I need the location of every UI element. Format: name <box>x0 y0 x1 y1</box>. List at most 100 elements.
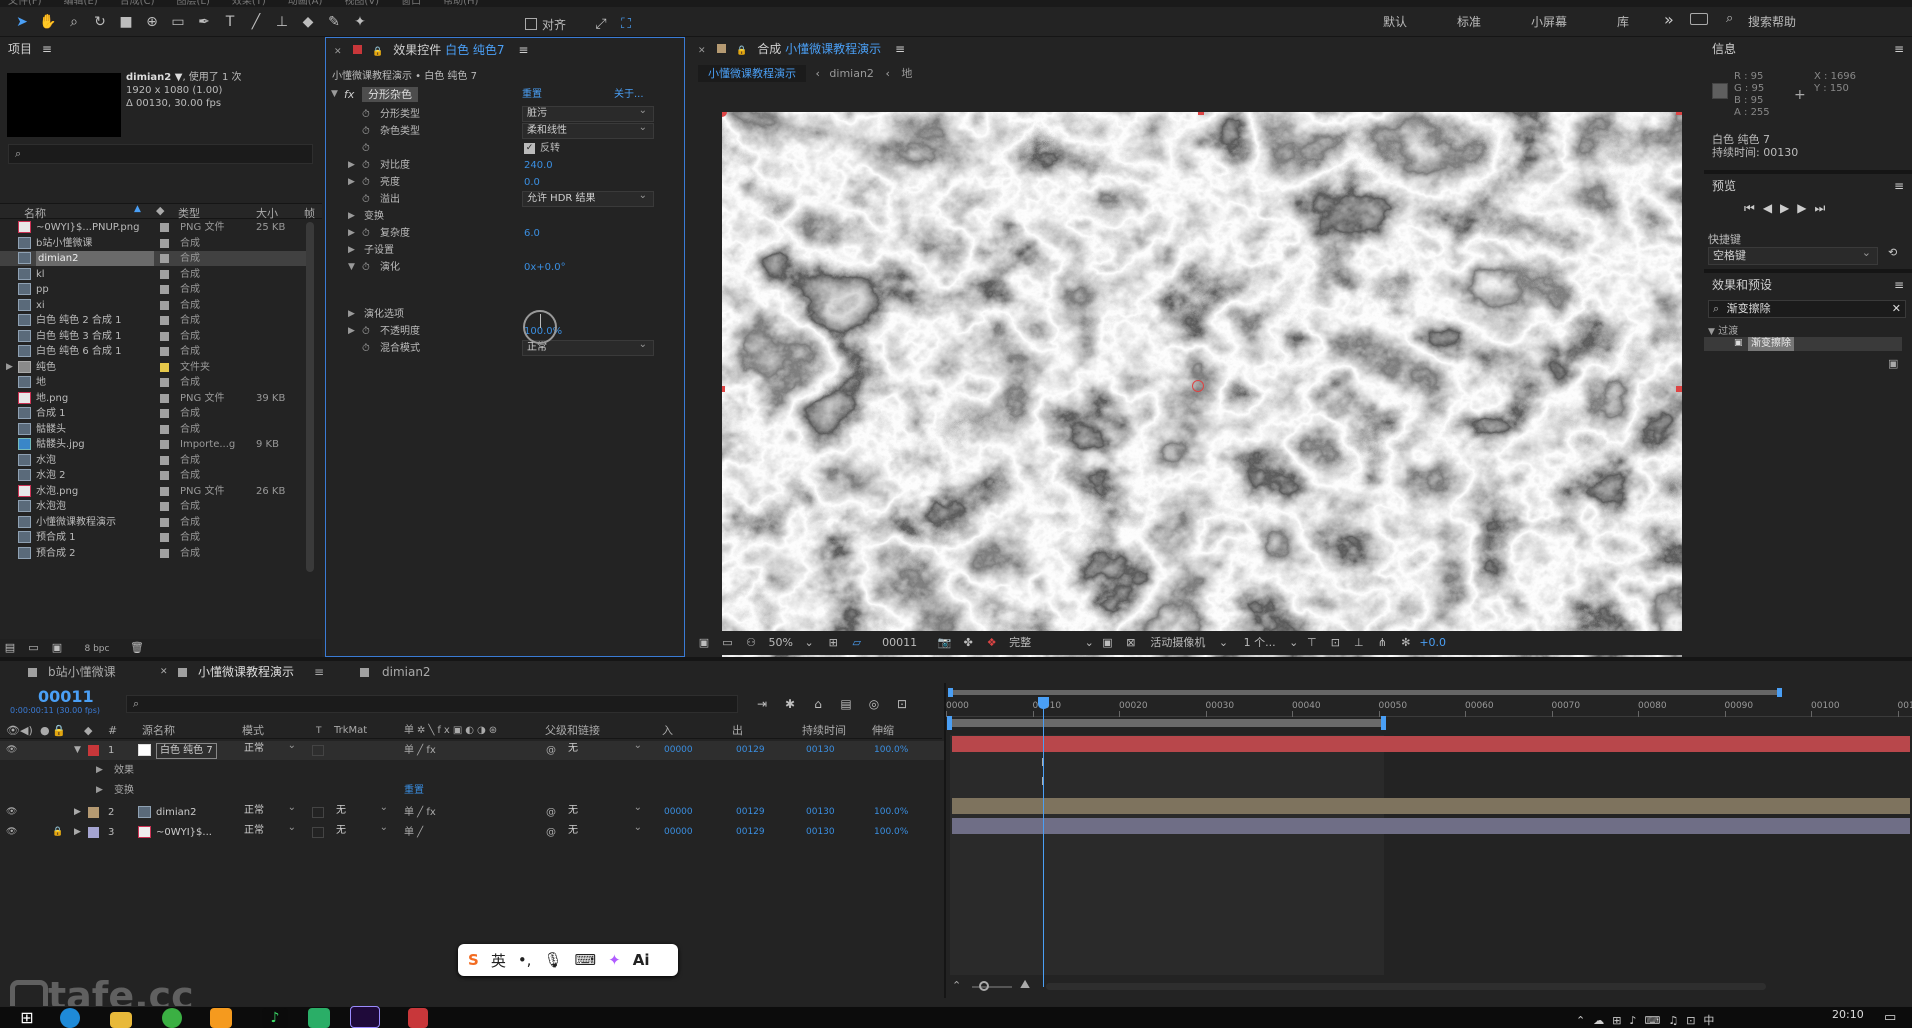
project-item[interactable]: 水泡泡 合成 <box>0 499 310 514</box>
evolution-dial[interactable] <box>523 310 557 344</box>
notification-icon[interactable]: ▭ <box>1884 1010 1896 1025</box>
menu-item[interactable]: 动画(A) <box>288 0 323 7</box>
comp-tab-active[interactable]: 小懂微课教程演示 <box>698 65 806 82</box>
effect-param-row[interactable]: ▼ ⏱ 演化 0x+0.0° <box>326 259 684 276</box>
twirl-closed-icon[interactable]: ▶ <box>6 360 13 375</box>
rectangle-tool-icon[interactable]: ▭ <box>168 11 188 33</box>
twirl-closed-icon[interactable]: ▶ <box>348 208 355 225</box>
timeline-tab-0[interactable]: b站小懂微课 <box>48 661 116 683</box>
col-name[interactable]: 名称 <box>24 205 46 221</box>
menu-item[interactable]: 文件(F) <box>8 0 42 7</box>
panel-menu-icon[interactable]: ≡ <box>42 42 52 56</box>
stopwatch-icon[interactable]: ⏱ <box>362 340 370 357</box>
layer-trkmat-dropdown[interactable]: 无 <box>332 821 394 840</box>
menu-item[interactable]: 窗口 <box>401 0 421 7</box>
ime-language-toggle[interactable]: 英 <box>491 950 506 971</box>
toggle-pixel-icon[interactable]: ⊤ <box>1302 632 1322 654</box>
sogou-logo-icon[interactable]: S <box>468 951 479 969</box>
col-mode[interactable]: 模式 <box>242 723 264 739</box>
file-explorer-icon[interactable] <box>110 1012 132 1028</box>
timeline-timecode[interactable]: 00011 <box>38 687 94 706</box>
visibility-eye-icon[interactable]: 👁 <box>6 823 17 842</box>
new-preset-icon[interactable]: ▣ <box>1888 357 1898 370</box>
project-item[interactable]: 白色 纯色 3 合成 1 合成 <box>0 329 310 344</box>
effect-param-value[interactable]: 0.0 <box>524 174 540 191</box>
new-folder-icon[interactable]: ▭ <box>24 639 44 657</box>
col-size[interactable]: 大小 <box>256 205 278 221</box>
project-item[interactable]: 合成 1 合成 <box>0 406 310 421</box>
switches-column-icons[interactable]: 单✲╲fx▣◐◑⊛ <box>404 723 500 739</box>
stopwatch-icon[interactable]: ⏱ <box>362 123 370 140</box>
app-icon[interactable] <box>408 1008 428 1028</box>
rotate-tool-icon[interactable]: ↻ <box>90 11 110 33</box>
stopwatch-icon[interactable]: ⏱ <box>362 259 370 276</box>
timeline-tab-1[interactable]: 小懂微课教程演示 <box>198 661 294 683</box>
twirl-closed-icon[interactable]: ▶ <box>348 157 355 174</box>
menu-item[interactable]: 效果(T) <box>232 0 266 7</box>
project-item[interactable]: 预合成 1 合成 <box>0 530 310 545</box>
zoom-in-icon[interactable]: ⛰ <box>1020 977 1030 992</box>
stopwatch-icon[interactable]: ⏱ <box>362 191 370 208</box>
effect-param-checkbox[interactable]: ✓ <box>524 143 535 154</box>
project-item[interactable]: 白色 纯色 2 合成 1 合成 <box>0 313 310 328</box>
first-frame-icon[interactable]: ⏮ <box>1744 201 1755 216</box>
col-t[interactable]: T <box>316 723 322 739</box>
type-tool-icon[interactable]: T <box>220 11 240 33</box>
last-frame-icon[interactable]: ⏭ <box>1815 201 1826 216</box>
lock-column-icon[interactable]: 🔒 <box>52 723 66 739</box>
hand-tool-icon[interactable]: ✋ <box>38 11 58 33</box>
preserve-transparency-checkbox[interactable] <box>312 807 324 818</box>
comp-flowchart-icon[interactable]: ⇥ <box>752 693 772 715</box>
layer-parent-dropdown[interactable]: 无 <box>564 801 648 820</box>
snap-options-icon[interactable]: ⤢ <box>591 13 611 35</box>
layer-dur[interactable]: 00130 <box>806 741 835 760</box>
layer-bar-3[interactable] <box>952 818 1910 834</box>
layer-mode-dropdown[interactable]: 正常 <box>240 821 302 840</box>
layer-bar-2[interactable] <box>952 798 1910 814</box>
play-icon[interactable]: ▶ <box>1780 201 1789 216</box>
timeline-tab-2[interactable]: dimian2 <box>382 661 431 683</box>
composition-viewer[interactable] <box>722 112 1682 666</box>
menu-item[interactable]: 图层(L) <box>176 0 209 7</box>
hierarchy-icon[interactable]: ⋔ <box>1372 632 1392 654</box>
project-item[interactable]: 骷髅头.jpg Importe...g 9 KB <box>0 437 310 452</box>
preserve-transparency-checkbox[interactable] <box>312 745 324 756</box>
work-area-bar[interactable] <box>950 690 1780 695</box>
effect-param-row[interactable]: ⏱ 分形类型 脏污 <box>326 104 684 123</box>
comp-tab-ground[interactable]: 地 <box>901 67 912 80</box>
twirl-open-icon[interactable]: ▼ <box>348 259 355 276</box>
project-item[interactable]: 骷髅头 合成 <box>0 422 310 437</box>
twirl-closed-icon[interactable]: ▶ <box>96 761 103 780</box>
zoom-tool-icon[interactable]: ⌕ <box>64 11 84 33</box>
menu-item[interactable]: 编辑(E) <box>64 0 98 7</box>
label-color-swatch[interactable] <box>160 331 169 341</box>
windows-start-icon[interactable]: ⊞ <box>14 1008 40 1028</box>
menu-item[interactable]: 帮助(H) <box>443 0 478 7</box>
project-item[interactable]: 水泡.png PNG 文件 26 KB <box>0 484 310 499</box>
layer-mode-dropdown[interactable]: 正常 <box>240 739 302 758</box>
label-color-swatch[interactable] <box>160 502 169 511</box>
selection-tool-icon[interactable]: ➤ <box>12 11 32 33</box>
label-color-swatch[interactable] <box>160 517 169 527</box>
col-trkmat[interactable]: TrkMat <box>334 723 367 739</box>
zoom-slider[interactable] <box>972 986 1012 988</box>
label-color-swatch[interactable] <box>160 409 169 418</box>
stopwatch-icon[interactable]: ⏱ <box>362 106 370 123</box>
layer-parent-dropdown[interactable]: 无 <box>564 821 648 840</box>
layer-handle[interactable] <box>722 386 725 392</box>
graph-editor-icon[interactable]: ⊡ <box>892 693 912 715</box>
roto-brush-tool-icon[interactable]: ✎ <box>324 11 344 33</box>
label-color-swatch[interactable] <box>160 424 169 434</box>
col-fps[interactable]: 帧 <box>304 205 315 221</box>
playhead-icon[interactable] <box>1038 697 1049 709</box>
layer-name[interactable]: 白色 纯色 7 <box>156 743 217 759</box>
close-icon[interactable]: ✕ <box>160 661 168 683</box>
layer-switches[interactable]: 单 ╱ fx <box>404 741 436 760</box>
snap-checkbox[interactable] <box>525 18 537 30</box>
layer-out[interactable]: 00129 <box>736 823 765 842</box>
panel-menu-icon[interactable]: ≡ <box>895 42 905 56</box>
effect-param-value[interactable]: 0x+0.0° <box>524 259 566 276</box>
col-type[interactable]: 类型 <box>178 205 200 221</box>
help-search-input[interactable]: 搜索帮助 <box>1748 13 1796 30</box>
twirl-open-icon[interactable]: ▼ <box>1708 327 1715 337</box>
